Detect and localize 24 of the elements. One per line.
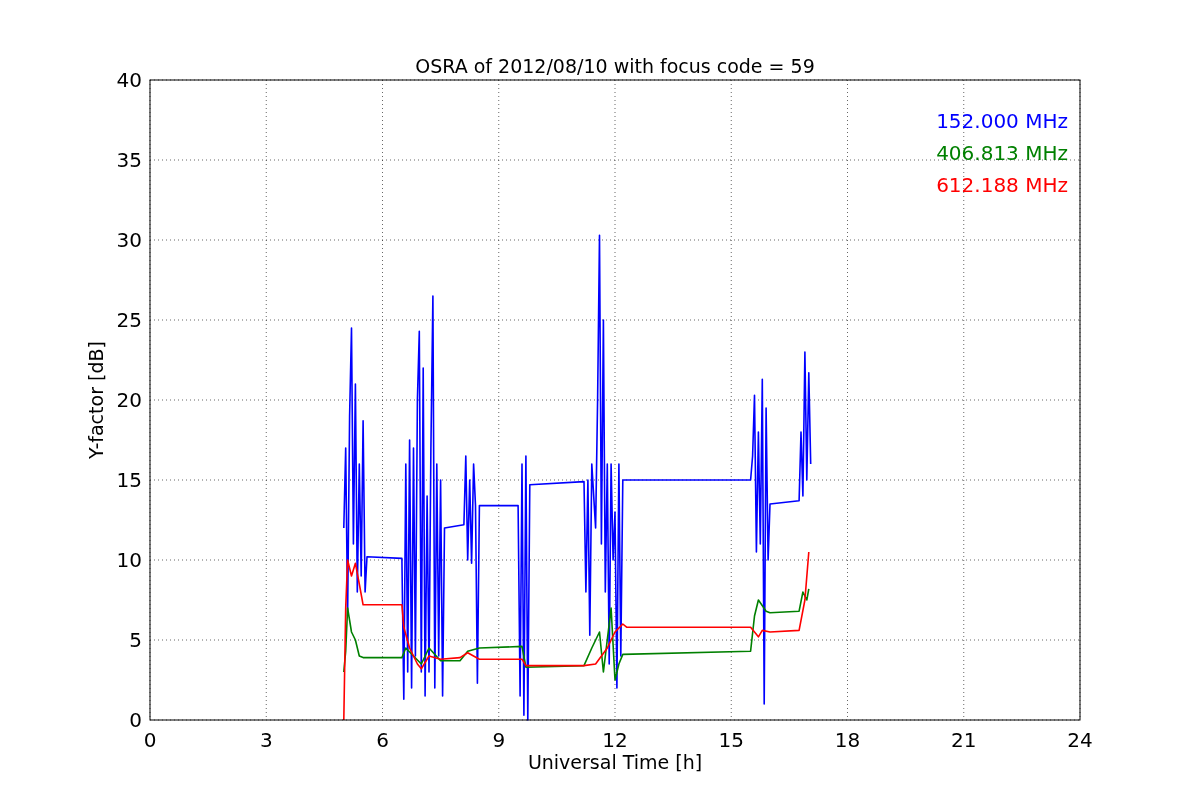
- axis-label: Y-factor [dB]: [85, 341, 107, 459]
- tick-label: 20: [116, 388, 142, 412]
- tick-label: 0: [129, 708, 142, 732]
- chart-title: OSRA of 2012/08/10 with focus code = 59: [415, 55, 815, 77]
- legend-label: 406.813 MHz: [936, 141, 1068, 165]
- tick-label: 10: [116, 548, 142, 572]
- tick-label: 0: [143, 728, 157, 752]
- tick-label: 6: [376, 728, 389, 752]
- tick-label: 15: [116, 468, 142, 492]
- tick-label: 35: [116, 148, 142, 172]
- axis-label: Universal Time [h]: [527, 751, 703, 773]
- legend-label: 152.000 MHz: [936, 109, 1068, 133]
- tick-label: 18: [834, 728, 861, 752]
- tick-label: 5: [129, 628, 142, 652]
- tick-label: 15: [718, 728, 744, 752]
- tick-label: 12: [602, 728, 628, 752]
- tick-label: 24: [1067, 728, 1093, 752]
- tick-label: 3: [259, 728, 273, 752]
- tick-label: 30: [116, 228, 142, 252]
- tick-label: 21: [951, 728, 977, 752]
- tick-label: 40: [116, 68, 142, 92]
- tick-label: 25: [116, 308, 142, 332]
- tick-label: 9: [492, 728, 506, 752]
- legend-label: 612.188 MHz: [936, 173, 1068, 197]
